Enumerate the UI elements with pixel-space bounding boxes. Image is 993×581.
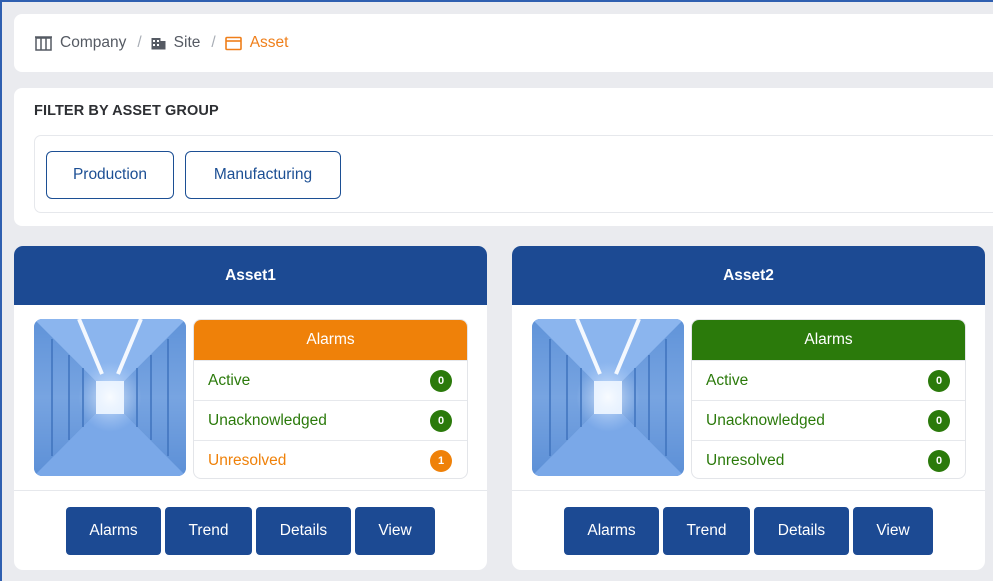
asset-image (34, 319, 186, 476)
view-button[interactable]: View (355, 507, 435, 555)
alarm-count-badge: 0 (928, 409, 950, 432)
breadcrumb-label: Asset (249, 34, 289, 51)
window-icon (224, 36, 242, 50)
alarm-count-badge: 0 (430, 409, 452, 432)
alarm-row-active: Active 0 (194, 360, 467, 400)
trend-button[interactable]: Trend (165, 507, 252, 555)
alarm-row-active: Active 0 (692, 360, 965, 400)
alarm-row-unacknowledged: Unacknowledged 0 (194, 400, 467, 440)
details-button[interactable]: Details (754, 507, 849, 555)
window-frame-left (0, 0, 2, 581)
building-icon (151, 37, 166, 49)
card-divider (512, 490, 985, 491)
alarm-row-unresolved: Unresolved 0 (692, 440, 965, 478)
alarms-panel: Alarms Active 0 Unacknowledged 0 Unresol… (691, 319, 966, 479)
alarm-label: Unacknowledged (706, 411, 825, 429)
alarm-label: Unresolved (706, 451, 785, 469)
breadcrumb-separator: / (211, 34, 216, 51)
filter-title: FILTER BY ASSET GROUP (34, 103, 219, 119)
columns-icon (35, 35, 52, 51)
alarms-panel: Alarms Active 0 Unacknowledged 0 Unresol… (193, 319, 468, 479)
breadcrumb-asset: Asset (224, 34, 289, 52)
alarms-header: Alarms (692, 320, 965, 360)
card-divider (14, 490, 487, 491)
alarm-count-badge: 0 (430, 369, 452, 392)
alarms-button[interactable]: Alarms (66, 507, 161, 555)
breadcrumb-separator: / (137, 34, 142, 51)
filter-production-button[interactable]: Production (46, 151, 174, 199)
alarm-label: Active (208, 371, 251, 389)
asset-card: Asset1 Alarms Active 0 Unacknowledged 0 … (14, 246, 487, 570)
asset-actions: Alarms Trend Details View (512, 507, 985, 555)
alarms-header: Alarms (194, 320, 467, 360)
breadcrumb-label: Site (173, 34, 201, 51)
alarm-count-badge: 0 (928, 369, 950, 392)
asset-image (532, 319, 684, 476)
alarms-button[interactable]: Alarms (564, 507, 659, 555)
breadcrumb: Company / Site / Asset (14, 14, 993, 72)
alarm-row-unacknowledged: Unacknowledged 0 (692, 400, 965, 440)
alarm-label: Unresolved (208, 451, 287, 469)
asset-name: Asset1 (14, 246, 487, 305)
asset-card: Asset2 Alarms Active 0 Unacknowledged 0 … (512, 246, 985, 570)
alarm-label: Unacknowledged (208, 411, 327, 429)
breadcrumb-site[interactable]: Site (151, 34, 201, 52)
breadcrumb-company[interactable]: Company (35, 34, 126, 52)
view-button[interactable]: View (853, 507, 933, 555)
filter-manufacturing-button[interactable]: Manufacturing (185, 151, 341, 199)
asset-name: Asset2 (512, 246, 985, 305)
trend-button[interactable]: Trend (663, 507, 750, 555)
alarm-count-badge: 1 (430, 449, 452, 472)
asset-actions: Alarms Trend Details View (14, 507, 487, 555)
window-frame-top (0, 0, 993, 2)
alarm-row-unresolved: Unresolved 1 (194, 440, 467, 478)
filter-options: Production Manufacturing (34, 135, 993, 213)
alarm-count-badge: 0 (928, 449, 950, 472)
breadcrumb-label: Company (60, 34, 127, 51)
alarm-label: Active (706, 371, 749, 389)
details-button[interactable]: Details (256, 507, 351, 555)
asset-group-filter: FILTER BY ASSET GROUP Production Manufac… (14, 88, 993, 226)
